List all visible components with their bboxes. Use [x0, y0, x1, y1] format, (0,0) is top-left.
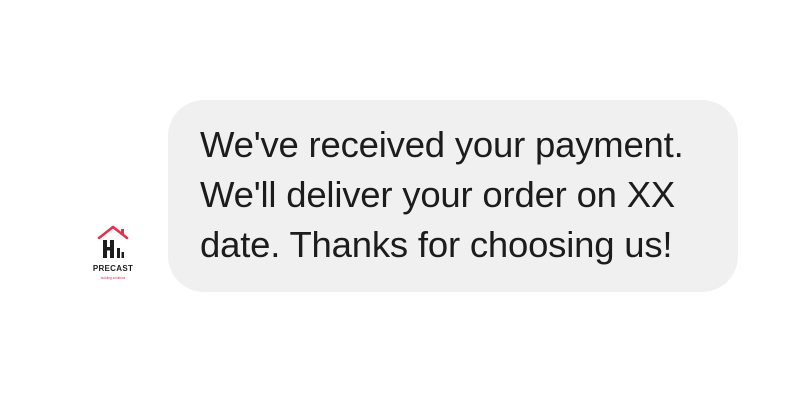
logo-tagline: building solutions	[101, 276, 126, 280]
sender-avatar[interactable]: PRECAST building solutions	[80, 222, 146, 288]
chat-thread: PRECAST building solutions We've receive…	[0, 0, 800, 400]
precast-logo-icon: PRECAST building solutions	[93, 225, 133, 280]
message-text: We've received your payment. We'll deliv…	[200, 124, 684, 265]
message-bubble[interactable]: We've received your payment. We'll deliv…	[168, 100, 738, 292]
logo-wordmark: PRECAST	[93, 264, 133, 273]
